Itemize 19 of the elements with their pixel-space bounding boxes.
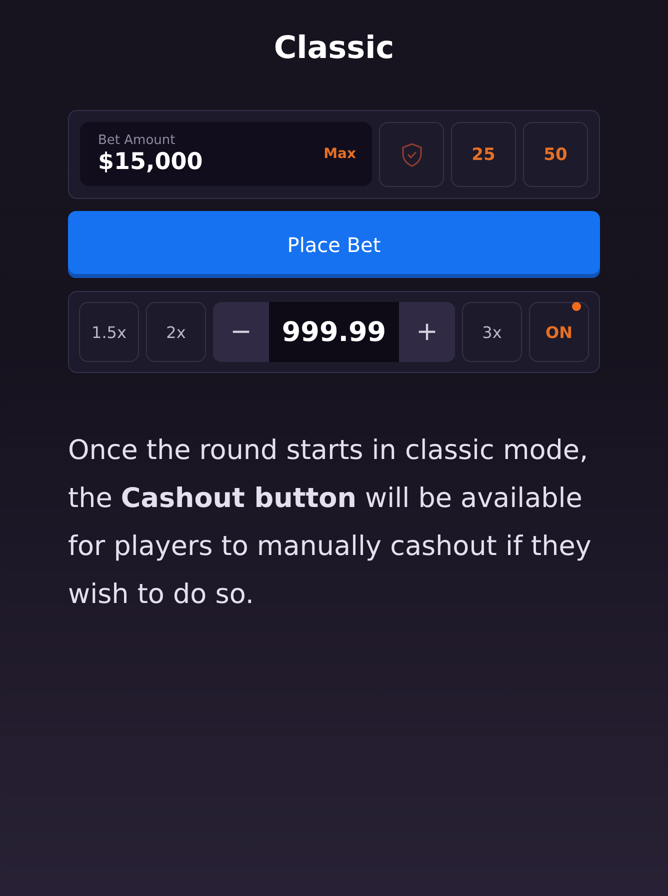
place-bet-button[interactable]: Place Bet <box>68 211 600 278</box>
page-title: Classic <box>272 29 396 68</box>
bet-amount-field[interactable]: Bet Amount $15,000 Max <box>80 122 372 186</box>
plus-button[interactable]: + <box>399 302 455 362</box>
minus-button[interactable]: − <box>213 302 269 362</box>
multiplier-button[interactable]: 2x <box>146 302 206 362</box>
chip-button[interactable]: 25 <box>451 122 516 187</box>
shield-button[interactable] <box>379 122 444 187</box>
shield-icon <box>400 142 424 168</box>
multiplier-button[interactable]: 1.5x <box>79 302 139 362</box>
auto-toggle[interactable]: ON <box>529 302 589 362</box>
multiplier-button[interactable]: 3x <box>462 302 522 362</box>
max-button[interactable]: Max <box>324 146 356 162</box>
chip-button[interactable]: 50 <box>523 122 588 187</box>
bet-amount-label: Bet Amount <box>98 132 176 148</box>
status-dot <box>572 302 581 311</box>
description: Once the round starts in classic mode, the Cashout button will be available for players to manually cashout if they wish to do so. <box>68 434 592 612</box>
bet-amount-value: $15,000 <box>98 148 203 176</box>
multiplier-value: 999.99 <box>280 316 388 350</box>
